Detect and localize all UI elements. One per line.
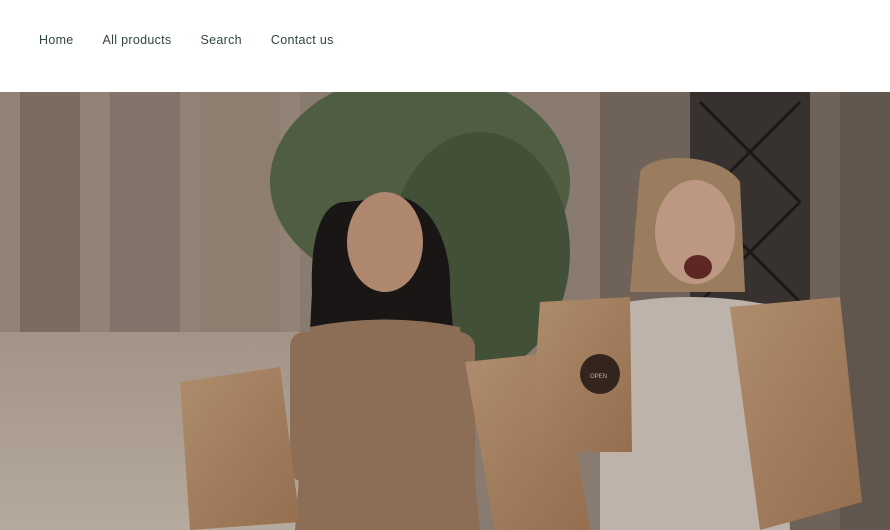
main-nav: Home All products Search Contact us — [39, 32, 363, 48]
nav-link-search[interactable]: Search — [200, 32, 241, 48]
nav-link-contact-us[interactable]: Contact us — [271, 32, 334, 48]
nav-link-all-products[interactable]: All products — [103, 32, 172, 48]
hero-banner: OPEN — [0, 92, 890, 530]
hero-overlay — [0, 92, 890, 530]
nav-link-home[interactable]: Home — [39, 32, 74, 48]
site-header: Home All products Search Contact us — [0, 0, 890, 92]
